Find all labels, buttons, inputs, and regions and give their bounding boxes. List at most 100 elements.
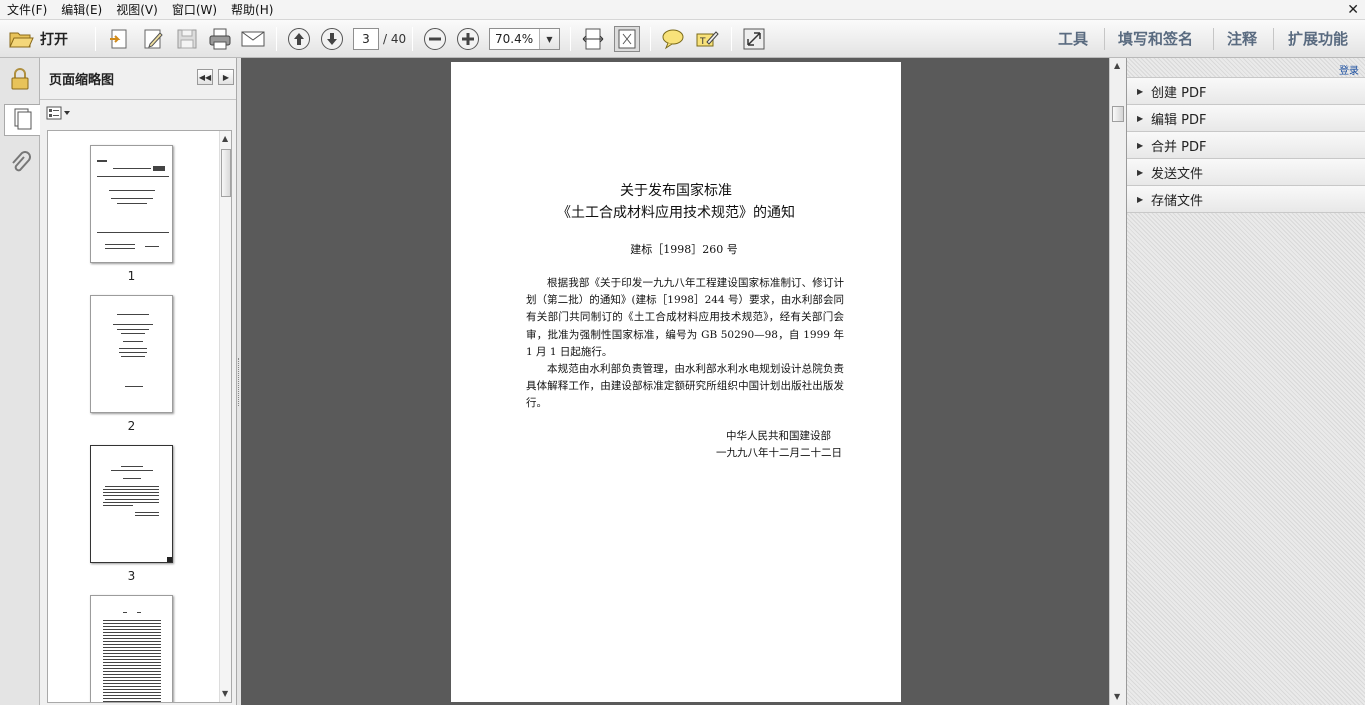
expand-triangle-icon: ▶ (1137, 194, 1144, 204)
tab-comment[interactable]: 注释 (1227, 20, 1257, 58)
attachments-button[interactable] (4, 148, 36, 180)
thumbnail-page-3[interactable] (90, 445, 173, 563)
email-button[interactable] (240, 26, 266, 52)
collapse-panel-button[interactable]: ◀◀ (197, 69, 213, 85)
page-thumbnails-button[interactable] (4, 104, 40, 136)
fit-width-button[interactable] (580, 26, 606, 52)
paragraph: 本规范由水利部负责管理，由水利部水利水电规划设计总院负责具体解释工作，由建设部标… (526, 363, 844, 410)
zoom-select[interactable]: 70.4% ▼ (489, 28, 560, 50)
expand-triangle-icon: ▶ (1137, 167, 1144, 177)
open-button[interactable]: 打开 (8, 26, 68, 52)
document-scrollbar[interactable]: ▲ ▼ (1109, 58, 1126, 705)
menu-help[interactable]: 帮助(H) (224, 0, 280, 20)
thumbnail-label: 2 (127, 419, 136, 433)
edit-pdf-item[interactable]: ▶ 编辑 PDF (1127, 104, 1365, 131)
document-date: 一九九八年十二月二十二日 (716, 447, 842, 459)
comment-button[interactable] (660, 26, 686, 52)
highlight-button[interactable]: T (694, 26, 720, 52)
item-label: 合并 PDF (1151, 139, 1207, 155)
lock-icon (9, 67, 31, 94)
item-label: 创建 PDF (1151, 85, 1207, 101)
fit-page-icon (616, 28, 638, 50)
svg-text:T: T (699, 37, 706, 47)
fullscreen-button[interactable] (741, 26, 767, 52)
prev-page-button[interactable] (286, 26, 312, 52)
document-signature: 中华人民共和国建设部 (726, 430, 831, 442)
scroll-up-icon[interactable]: ▲ (222, 134, 228, 143)
create-pdf-button[interactable] (106, 26, 132, 52)
save-icon (176, 28, 198, 50)
expand-triangle-icon: ▶ (1137, 113, 1144, 123)
next-page-button[interactable] (319, 26, 345, 52)
tab-extended[interactable]: 扩展功能 (1288, 20, 1348, 58)
item-label: 编辑 PDF (1151, 112, 1207, 128)
zoom-in-button[interactable] (455, 26, 481, 52)
chevron-down-icon[interactable]: ▼ (539, 29, 559, 49)
edit-icon (142, 27, 166, 51)
menu-file[interactable]: 文件(F) (0, 0, 54, 20)
tools-pane: 登录 ▶ 创建 PDF ▶ 编辑 PDF ▶ 合并 PDF ▶ 发送文件 ▶ 存… (1126, 58, 1365, 705)
send-file-item[interactable]: ▶ 发送文件 (1127, 158, 1365, 185)
page-number-input[interactable]: 3 (353, 28, 379, 50)
create-pdf-item[interactable]: ▶ 创建 PDF (1127, 77, 1365, 104)
scroll-down-icon[interactable]: ▼ (1114, 692, 1120, 701)
prev-page-icon (287, 27, 311, 51)
document-title-line2: 《土工合成材料应用技术规范》的通知 (557, 205, 795, 221)
fullscreen-icon (742, 27, 766, 51)
panel-expand-button[interactable]: ▶ (218, 69, 234, 85)
thumbnail-options-button[interactable] (46, 106, 72, 122)
comment-icon (661, 28, 685, 50)
print-button[interactable] (207, 26, 233, 52)
scrollbar-thumb[interactable] (1112, 106, 1124, 122)
email-icon (241, 30, 265, 48)
tab-separator (1273, 28, 1274, 50)
toolbar-separator (276, 27, 277, 51)
expand-triangle-icon: ▶ (1137, 140, 1144, 150)
login-link[interactable]: 登录 (1339, 62, 1359, 77)
zoom-out-button[interactable] (422, 26, 448, 52)
menu-window[interactable]: 窗口(W) (165, 0, 224, 20)
navigation-strip (0, 58, 40, 705)
next-page-icon (320, 27, 344, 51)
document-title-line1: 关于发布国家标准 (620, 183, 732, 199)
thumbnail-label: 1 (127, 269, 136, 283)
menu-view[interactable]: 视图(V) (109, 0, 165, 20)
panel-title: 页面缩略图 (49, 73, 115, 88)
scroll-down-icon[interactable]: ▼ (222, 689, 228, 698)
document-page: 关于发布国家标准 《土工合成材料应用技术规范》的通知 建标［1998］260 号… (451, 62, 901, 702)
expand-triangle-icon: ▶ (1137, 86, 1144, 96)
tab-separator (1104, 28, 1105, 50)
security-button[interactable] (4, 64, 36, 96)
thumbnail-page-2[interactable] (90, 295, 173, 413)
scrollbar-thumb[interactable] (221, 149, 231, 197)
document-body: 根据我部《关于印发一九九八年工程建设国家标准制订、修订计划（第二批）的通知》(建… (526, 275, 844, 413)
thumbnail-page-1[interactable] (90, 145, 173, 263)
toolbar-separator (650, 27, 651, 51)
open-folder-icon (8, 28, 34, 50)
zoom-in-icon (456, 27, 480, 51)
toolbar-separator (731, 27, 732, 51)
fit-width-icon (582, 27, 604, 51)
edit-button[interactable] (141, 26, 167, 52)
store-file-item[interactable]: ▶ 存储文件 (1127, 185, 1365, 212)
document-view: 关于发布国家标准 《土工合成材料应用技术规范》的通知 建标［1998］260 号… (241, 58, 1109, 705)
tab-separator (1213, 28, 1214, 50)
toolbar-separator (570, 27, 571, 51)
close-document-button[interactable]: ✕ (1347, 0, 1359, 20)
save-button[interactable] (174, 26, 200, 52)
combine-pdf-item[interactable]: ▶ 合并 PDF (1127, 131, 1365, 158)
thumbnails-panel: 页面缩略图 ◀◀ ▶ 1 2 3 ▲ ▼ (40, 58, 237, 705)
create-pdf-icon (107, 27, 131, 51)
options-list-icon (46, 106, 72, 123)
tab-tools[interactable]: 工具 (1058, 20, 1088, 58)
toolbar-separator (95, 27, 96, 51)
thumbnail-scrollbar[interactable]: ▲ ▼ (219, 131, 231, 702)
fit-page-button[interactable] (614, 26, 640, 52)
open-label: 打开 (40, 32, 68, 48)
tab-fill-sign[interactable]: 填写和签名 (1118, 20, 1193, 58)
paragraph: 根据我部《关于印发一九九八年工程建设国家标准制订、修订计划（第二批）的通知》(建… (526, 277, 844, 358)
panel-divider (40, 99, 236, 100)
thumbnail-page-4[interactable] (90, 595, 173, 702)
menu-edit[interactable]: 编辑(E) (54, 0, 109, 20)
scroll-up-icon[interactable]: ▲ (1114, 61, 1120, 70)
